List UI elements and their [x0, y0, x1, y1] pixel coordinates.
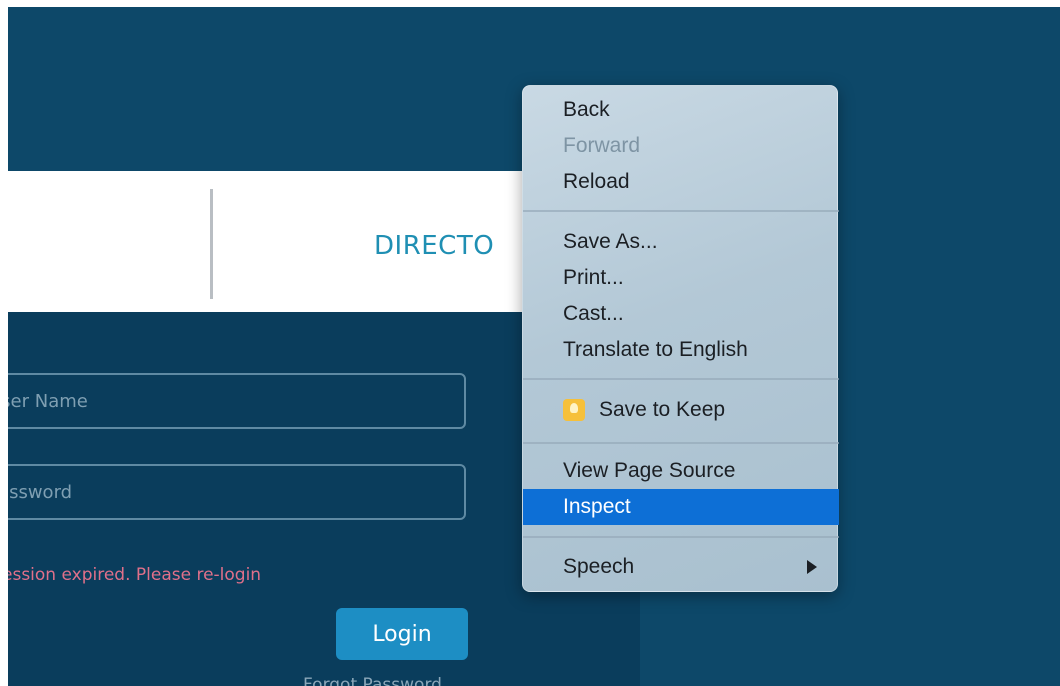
menu-item-translate[interactable]: Translate to English: [523, 332, 839, 368]
menu-item-label: Reload: [563, 170, 630, 193]
submenu-arrow-icon: [807, 560, 817, 574]
menu-item-save-as[interactable]: Save As...: [523, 224, 839, 260]
menu-item-label: Inspect: [563, 495, 631, 518]
menu-item-label: View Page Source: [563, 459, 736, 482]
menu-item-print[interactable]: Print...: [523, 260, 839, 296]
menu-separator: [523, 210, 839, 212]
menu-item-label: Back: [563, 98, 610, 121]
menu-item-forward: Forward: [523, 128, 839, 164]
password-input[interactable]: Password: [8, 464, 466, 520]
header-divider: [210, 189, 213, 299]
menu-item-label: Forward: [563, 134, 641, 157]
menu-item-speech[interactable]: Speech: [523, 549, 839, 585]
menu-item-back[interactable]: Back: [523, 92, 839, 128]
menu-item-label: Translate to English: [563, 338, 748, 361]
context-menu: Back Forward Reload Save As... Print... …: [522, 85, 839, 592]
menu-item-save-to-keep[interactable]: Save to Keep: [523, 392, 839, 428]
session-expired-message: ession expired. Please re-login: [8, 565, 262, 585]
menu-item-label: Save As...: [563, 230, 658, 253]
username-placeholder: User Name: [8, 390, 88, 412]
menu-item-label: Speech: [563, 555, 635, 578]
login-button[interactable]: Login: [336, 608, 468, 660]
menu-separator: [523, 378, 839, 380]
menu-separator: [523, 536, 839, 538]
menu-item-inspect[interactable]: Inspect: [523, 489, 839, 525]
menu-separator: [523, 442, 839, 444]
menu-item-cast[interactable]: Cast...: [523, 296, 839, 332]
username-input[interactable]: User Name: [8, 373, 466, 429]
menu-item-label: Cast...: [563, 302, 624, 325]
menu-item-label: Save to Keep: [599, 398, 726, 421]
menu-item-label: Print...: [563, 266, 624, 289]
password-placeholder: Password: [8, 481, 73, 503]
menu-item-reload[interactable]: Reload: [523, 164, 839, 200]
keep-icon: [563, 399, 585, 421]
page-title: DIRECTO: [374, 231, 495, 261]
forgot-password-link[interactable]: Forgot Password: [303, 675, 442, 686]
menu-item-view-source[interactable]: View Page Source: [523, 453, 839, 489]
header-banner: DIRECTO: [8, 171, 568, 312]
